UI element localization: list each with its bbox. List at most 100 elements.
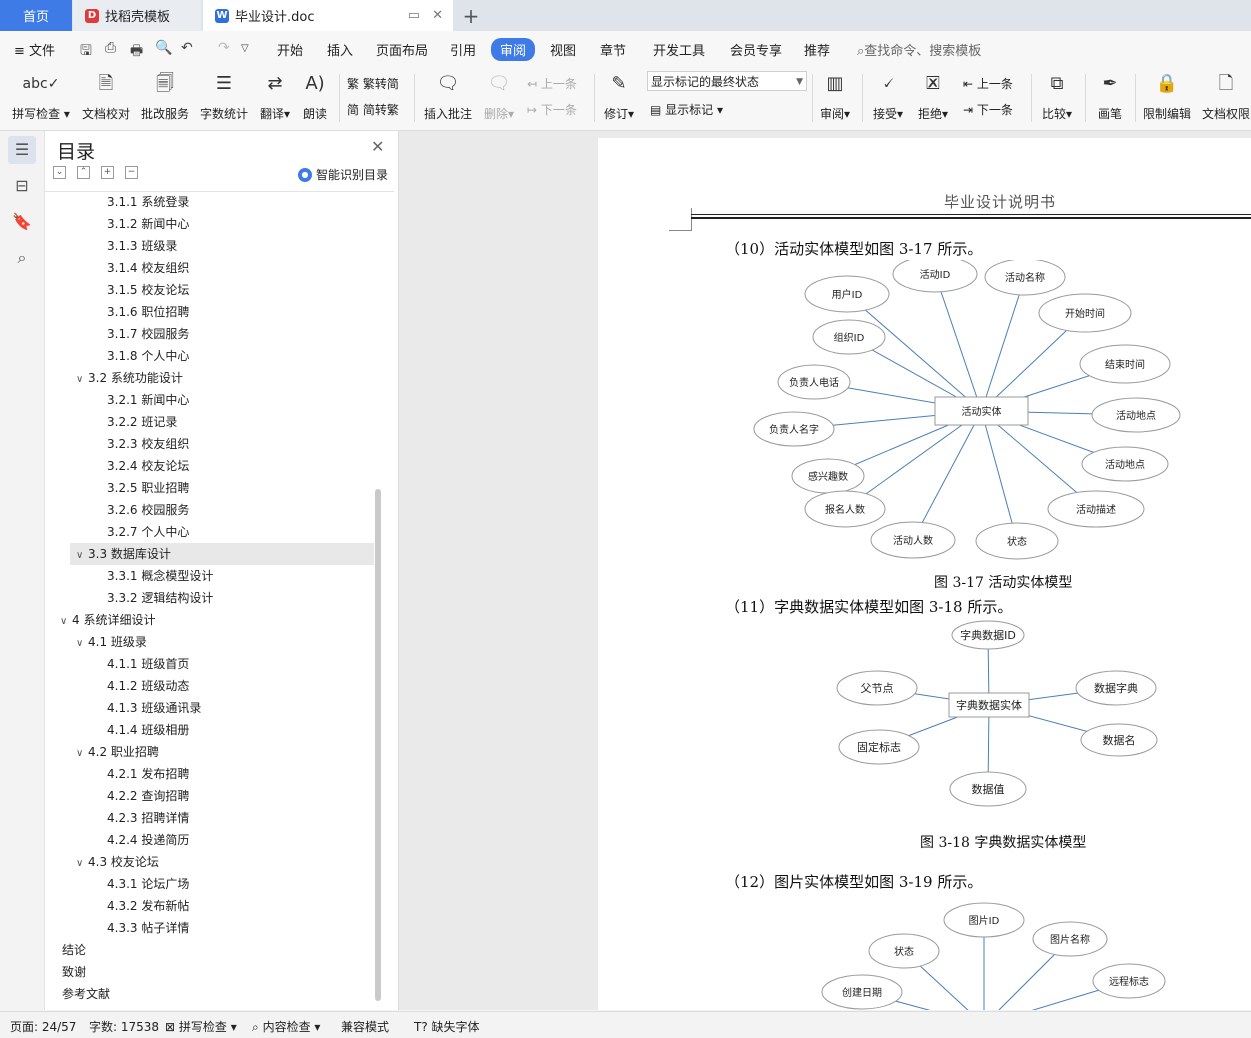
page-indicator[interactable]: 页面: 24/57	[10, 1018, 76, 1035]
menu-review[interactable]: 审阅	[491, 38, 536, 61]
toc-item[interactable]: 4.2.3 招聘详情	[45, 807, 189, 829]
toc-item[interactable]: 3.3.1 概念模型设计	[45, 565, 213, 587]
menu-start[interactable]: 开始	[277, 40, 303, 59]
insert-comment-button[interactable]: 🗨 插入批注	[421, 70, 475, 122]
prev-change-button[interactable]: ⇤ 上一条	[963, 75, 1013, 92]
doc-proof-button[interactable]: 🗎 文档校对	[80, 70, 132, 122]
new-tab-button[interactable]: +	[458, 0, 484, 31]
menu-member[interactable]: 会员专享	[730, 40, 782, 59]
chevron-down-icon[interactable]: ∨	[76, 853, 88, 875]
toc-item[interactable]: 3.2.7 个人中心	[45, 521, 189, 543]
tab-templates[interactable]: D 找稻壳模板	[73, 0, 201, 31]
toc-item[interactable]: 4.3.1 论坛广场	[45, 873, 189, 895]
toc-item[interactable]: ∨ 4.1 班级录	[45, 631, 147, 653]
show-markup-button[interactable]: ▤ 显示标记 ▾	[650, 101, 723, 118]
toc-item[interactable]: 3.1.3 班级录	[45, 235, 177, 257]
chevron-down-icon[interactable]: ∨	[76, 743, 88, 765]
quick-access-more-icon[interactable]: ▽	[241, 43, 249, 54]
print-preview-icon[interactable]: 🔍	[155, 40, 172, 56]
toc-item[interactable]: 3.2.2 班记录	[45, 411, 177, 433]
toc-panel-icon[interactable]: ☰	[8, 136, 36, 164]
toc-item[interactable]: 4.1.2 班级动态	[45, 675, 189, 697]
prev-comment-button[interactable]: ↤ 上一条	[527, 75, 577, 92]
toc-item[interactable]: 3.1.1 系统登录	[45, 191, 189, 213]
toc-item[interactable]: 3.1.6 职位招聘	[45, 301, 189, 323]
document-page[interactable]: 毕业设计说明书 （10）活动实体模型如图 3-17 所示。 活动实体 活动ID 活动…	[598, 138, 1251, 1010]
toc-item[interactable]: ∨ 3.2 系统功能设计	[45, 367, 183, 389]
plus-icon[interactable]: +	[101, 166, 114, 179]
toc-item[interactable]: 4.1.1 班级首页	[45, 653, 189, 675]
find-icon[interactable]: ⌕	[8, 244, 36, 272]
chapter-nav-icon[interactable]: ⊟	[8, 172, 36, 200]
toc-item[interactable]: 4.2.2 查询招聘	[45, 785, 189, 807]
chevron-down-icon[interactable]: ∨	[76, 633, 88, 655]
toc-item[interactable]: 3.2.6 校园服务	[45, 499, 189, 521]
delete-comment-button[interactable]: 🗨 删除▾	[481, 70, 517, 122]
redo-icon[interactable]: ↷	[218, 40, 230, 56]
toc-item[interactable]: 3.2.1 新闻中心	[45, 389, 189, 411]
print-icon[interactable]: 🖶	[130, 40, 143, 64]
menu-developer[interactable]: 开发工具	[653, 40, 705, 59]
translate-button[interactable]: ⇄ 翻译▾	[257, 70, 293, 122]
tab-document[interactable]: W 毕业设计.doc ▭ ✕	[203, 0, 453, 31]
toc-item[interactable]: 3.1.8 个人中心	[45, 345, 189, 367]
toc-item[interactable]: ∨ 3.3 数据库设计	[70, 543, 374, 565]
menu-chapter[interactable]: 章节	[600, 40, 626, 59]
toc-item[interactable]: ∨ 4 系统详细设计	[45, 609, 155, 631]
to-simplified-button[interactable]: 简 简转繁	[347, 101, 399, 118]
toc-item[interactable]: 4.3.3 帖子详情	[45, 917, 189, 939]
compare-button[interactable]: ⧉ 比较▾	[1038, 70, 1076, 122]
toc-item[interactable]: 4.1.4 班级相册	[45, 719, 189, 741]
expand-down-icon[interactable]: ⌄	[53, 166, 66, 179]
next-change-button[interactable]: ⇥ 下一条	[963, 101, 1013, 118]
file-menu[interactable]: ≡ 文件	[14, 40, 55, 59]
smart-toc-button[interactable]: ● 智能识别目录	[298, 166, 388, 183]
chevron-down-icon[interactable]: ∨	[60, 611, 72, 633]
menu-reference[interactable]: 引用	[450, 40, 476, 59]
spell-check-button[interactable]: abc✓ 拼写检查 ▾	[10, 70, 72, 122]
word-count-button[interactable]: ☰ 字数统计	[199, 70, 249, 122]
to-traditional-button[interactable]: 繁 繁转简	[347, 75, 399, 92]
toc-item[interactable]: 3.1.5 校友论坛	[45, 279, 189, 301]
menu-page-layout[interactable]: 页面布局	[376, 40, 428, 59]
next-comment-button[interactable]: ↦ 下一条	[527, 101, 577, 118]
menu-view[interactable]: 视图	[550, 40, 576, 59]
toc-item[interactable]: 3.1.4 校友组织	[45, 257, 189, 279]
reject-button[interactable]: 🗷 拒绝▾	[914, 70, 952, 122]
accept-button[interactable]: 🗸 接受▾	[869, 70, 907, 122]
restrict-edit-button[interactable]: 🔒 限制编辑	[1142, 70, 1192, 122]
toc-item[interactable]: 3.2.5 职业招聘	[45, 477, 189, 499]
toc-item[interactable]: 4.2.1 发布招聘	[45, 763, 189, 785]
review-button[interactable]: ▥ 审阅▾	[817, 70, 853, 122]
menu-recommend[interactable]: 推荐	[804, 40, 830, 59]
toc-item[interactable]: 4.1.3 班级通讯录	[45, 697, 201, 719]
toc-item[interactable]: 结论	[45, 939, 86, 961]
toc-item[interactable]: ∨ 4.2 职业招聘	[45, 741, 159, 763]
bookmark-icon[interactable]: 🔖	[8, 208, 36, 236]
menu-insert[interactable]: 插入	[327, 40, 353, 59]
doc-permission-button[interactable]: 🗋 文档权限	[1201, 70, 1251, 122]
pen-button[interactable]: ✒ 画笔	[1092, 70, 1128, 122]
track-changes-button[interactable]: ✎ 修订▾	[601, 70, 637, 122]
toc-item[interactable]: 3.3.2 逻辑结构设计	[45, 587, 213, 609]
content-check-status[interactable]: ⌕ 内容检查 ▾	[252, 1018, 320, 1035]
minus-icon[interactable]: −	[125, 166, 138, 179]
toc-item[interactable]: 4.2.4 投递简历	[45, 829, 189, 851]
export-pdf-icon[interactable]: ⎙	[105, 40, 116, 56]
chevron-down-icon[interactable]: ∨	[76, 369, 88, 391]
toc-item[interactable]: 3.1.2 新闻中心	[45, 213, 189, 235]
tab-home[interactable]: 首页	[0, 0, 72, 31]
missing-font-status[interactable]: T? 缺失字体	[414, 1018, 480, 1035]
toc-item[interactable]: ∨ 4.3 校友论坛	[45, 851, 159, 873]
command-search[interactable]: ⌕查找命令、搜索模板	[857, 40, 981, 59]
correction-service-button[interactable]: 🗐 批改服务	[140, 70, 190, 122]
collapse-up-icon[interactable]: ⌃	[77, 166, 90, 179]
window-mode-icon[interactable]: ▭	[408, 8, 420, 23]
save-icon[interactable]: 🖫	[80, 40, 92, 64]
toc-item[interactable]: 3.1.7 校园服务	[45, 323, 189, 345]
toc-scrollbar[interactable]	[375, 489, 381, 1001]
toc-item[interactable]: 致谢	[45, 961, 86, 983]
toc-item[interactable]: 参考文献	[45, 983, 110, 1005]
toc-item[interactable]: 3.2.4 校友论坛	[45, 455, 189, 477]
word-count[interactable]: 字数: 17538	[89, 1018, 159, 1035]
